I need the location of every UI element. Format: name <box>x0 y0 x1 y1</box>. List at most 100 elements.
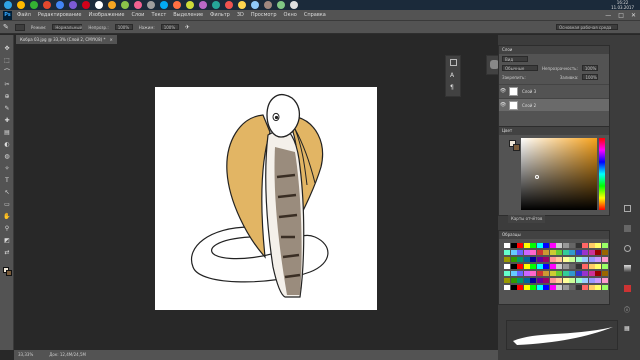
taskbar-clock[interactable]: 16:22 11.03.2017 <box>611 0 634 10</box>
document-tab-close-icon[interactable]: × <box>109 35 112 44</box>
color-swatch[interactable] <box>582 243 588 248</box>
menu-item[interactable]: Редактирование <box>38 12 82 18</box>
color-swatch[interactable] <box>536 250 543 255</box>
color-swatch[interactable] <box>595 257 601 262</box>
tool-icon[interactable]: ✥ <box>3 45 11 53</box>
color-swatch[interactable] <box>562 257 569 262</box>
color-swatch[interactable] <box>575 271 582 276</box>
color-swatch[interactable] <box>549 243 556 248</box>
color-swatch[interactable] <box>601 257 608 262</box>
taskbar-app-icon[interactable] <box>173 1 181 9</box>
color-swatch[interactable] <box>523 243 530 248</box>
tool-icon[interactable]: ✚ <box>3 117 11 125</box>
menu-item[interactable]: Окно <box>284 12 297 18</box>
taskbar-app-icon[interactable] <box>160 1 168 9</box>
color-swatch[interactable] <box>517 257 523 262</box>
color-swatch[interactable] <box>523 264 530 269</box>
taskbar-app-icon[interactable] <box>17 1 25 9</box>
channel-icon[interactable] <box>624 225 631 232</box>
close-button[interactable]: ✕ <box>631 12 636 19</box>
workspace-select[interactable]: Основная рабочая среда <box>556 24 618 30</box>
color-swatch[interactable] <box>595 250 601 255</box>
zoom-level[interactable]: 33,33% <box>18 350 33 360</box>
color-swatch[interactable] <box>530 264 536 269</box>
tool-icon[interactable]: ⚲ <box>3 225 11 233</box>
background-color-icon[interactable] <box>6 270 12 276</box>
color-swatch[interactable] <box>517 243 523 248</box>
color-swatch[interactable] <box>543 243 549 248</box>
color-swatch[interactable] <box>569 285 575 290</box>
color-swatch[interactable] <box>549 264 556 269</box>
color-swatch[interactable] <box>556 243 562 248</box>
color-swatch[interactable] <box>536 285 543 290</box>
color-swatch[interactable] <box>575 264 582 269</box>
properties-icon[interactable]: A <box>450 72 454 79</box>
taskbar-app-icon[interactable] <box>186 1 194 9</box>
grid-icon[interactable]: ▦ <box>624 325 630 332</box>
color-swatch[interactable] <box>523 257 530 262</box>
taskbar-app-icon[interactable] <box>95 1 103 9</box>
info-icon[interactable]: ⓘ <box>624 305 630 314</box>
eye-icon[interactable]: 👁 <box>499 88 507 94</box>
color-swatch[interactable] <box>562 264 569 269</box>
color-panel-title[interactable]: Цвет <box>499 127 609 135</box>
color-swatch[interactable] <box>530 285 536 290</box>
taskbar-app-icon[interactable] <box>238 1 246 9</box>
color-swatch[interactable] <box>504 271 510 276</box>
taskbar-app-icon[interactable] <box>225 1 233 9</box>
color-swatch[interactable] <box>510 271 517 276</box>
taskbar-app-icon[interactable] <box>82 1 90 9</box>
color-swatch[interactable] <box>601 250 608 255</box>
tool-icon[interactable]: T <box>3 177 11 185</box>
menu-item[interactable]: Справка <box>304 12 326 18</box>
color-swatch[interactable] <box>601 243 608 248</box>
color-swatch[interactable] <box>601 271 608 276</box>
color-swatch[interactable] <box>575 278 582 283</box>
color-swatch[interactable] <box>549 257 556 262</box>
color-picker-field[interactable] <box>521 138 597 210</box>
tool-icon[interactable]: ⌒ <box>3 69 11 77</box>
color-swatch[interactable] <box>523 271 530 276</box>
layer-kind-filter[interactable]: Вид <box>502 56 528 62</box>
layer-row[interactable]: 👁 Слой 2 <box>499 98 609 111</box>
color-swatch[interactable] <box>556 264 562 269</box>
brush-stroke-preview[interactable] <box>506 320 618 350</box>
paragraph-icon[interactable]: ¶ <box>450 84 454 91</box>
color-swatch[interactable] <box>510 278 517 283</box>
color-swatch[interactable] <box>582 264 588 269</box>
color-swatch[interactable] <box>582 278 588 283</box>
color-swatch[interactable] <box>588 278 595 283</box>
menu-item[interactable]: Файл <box>17 12 31 18</box>
tool-icon[interactable]: ✋ <box>3 213 11 221</box>
menu-item[interactable]: Текст <box>151 12 166 18</box>
color-swatch[interactable] <box>517 271 523 276</box>
color-swatch[interactable] <box>556 257 562 262</box>
color-swatch[interactable] <box>582 285 588 290</box>
color-swatch[interactable] <box>549 285 556 290</box>
color-swatch[interactable] <box>510 243 517 248</box>
document-canvas[interactable] <box>155 87 377 310</box>
color-swatch[interactable] <box>562 278 569 283</box>
color-swatch[interactable] <box>601 264 608 269</box>
color-swatch[interactable] <box>588 271 595 276</box>
taskbar-app-icon[interactable] <box>69 1 77 9</box>
color-swatch[interactable] <box>543 285 549 290</box>
color-swatch[interactable] <box>595 285 601 290</box>
color-swatch[interactable] <box>595 264 601 269</box>
taskbar-app-icon[interactable] <box>199 1 207 9</box>
menu-item[interactable]: Изображение <box>88 12 124 18</box>
color-swatch[interactable] <box>536 243 543 248</box>
tool-icon[interactable]: ✂ <box>3 81 11 89</box>
path-icon[interactable] <box>624 245 631 252</box>
color-swatch[interactable] <box>575 250 582 255</box>
color-swatch[interactable] <box>562 250 569 255</box>
color-swatch[interactable] <box>543 257 549 262</box>
color-swatch[interactable] <box>530 271 536 276</box>
color-swatch[interactable] <box>536 264 543 269</box>
taskbar-app-icon[interactable] <box>30 1 38 9</box>
tool-icon[interactable]: ◩ <box>3 237 11 245</box>
minimize-button[interactable]: — <box>605 12 611 19</box>
color-swatch[interactable] <box>504 250 510 255</box>
color-swatch[interactable] <box>588 243 595 248</box>
color-swatch[interactable] <box>575 257 582 262</box>
